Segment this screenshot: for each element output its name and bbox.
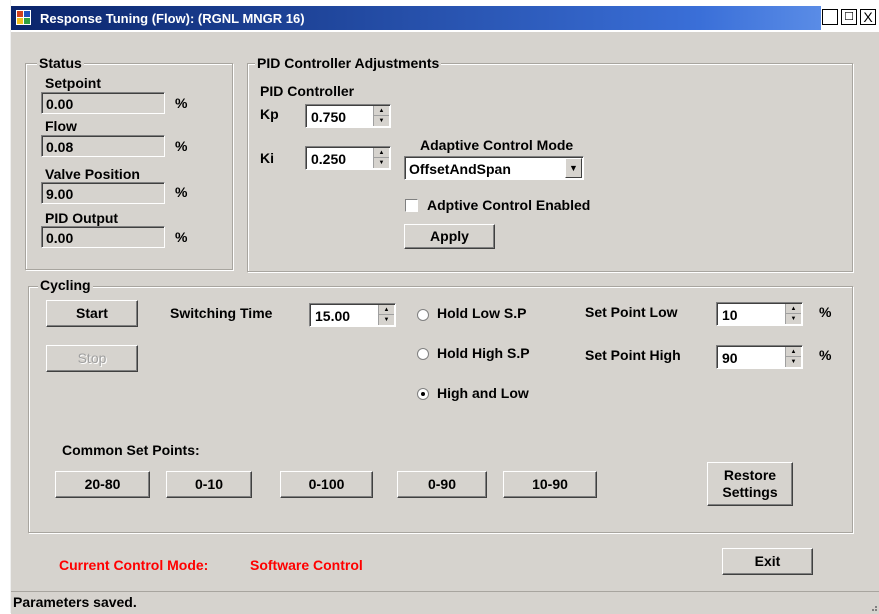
setpoint-unit: % xyxy=(175,95,188,111)
spin-up-icon[interactable]: ▲ xyxy=(786,304,801,314)
high-and-low-radio[interactable] xyxy=(417,388,429,400)
pid-output-unit: % xyxy=(175,229,188,245)
close-button[interactable]: X xyxy=(860,9,876,25)
pid-output-value: 0.00 xyxy=(41,226,165,248)
set-point-low-unit: % xyxy=(819,304,832,320)
hold-low-label: Hold Low S.P xyxy=(437,305,527,321)
kp-spinner[interactable]: 0.750 ▲ ▼ xyxy=(305,104,391,128)
start-button[interactable]: Start xyxy=(46,300,138,327)
adaptive-enabled-checkbox[interactable] xyxy=(405,199,418,212)
pid-group-title: PID Controller Adjustments xyxy=(255,55,442,71)
switching-time-label: Switching Time xyxy=(170,305,273,321)
maximize-button[interactable]: ☐ xyxy=(841,9,857,25)
window-title: Response Tuning (Flow): (RGNL MNGR 16) xyxy=(40,11,305,26)
flow-unit: % xyxy=(175,138,188,154)
spin-down-icon[interactable]: ▼ xyxy=(374,158,389,168)
minimize-button[interactable]: _ xyxy=(822,9,838,25)
cycling-group-title: Cycling xyxy=(38,277,93,293)
preset-0-90-button[interactable]: 0-90 xyxy=(397,471,487,498)
close-icon: X xyxy=(863,9,873,25)
hold-low-radio[interactable] xyxy=(417,309,429,321)
set-point-low-value: 10 xyxy=(722,307,738,323)
response-tuning-window: Response Tuning (Flow): (RGNL MNGR 16) _… xyxy=(10,0,879,614)
kp-label: Kp xyxy=(260,106,279,122)
ki-value: 0.250 xyxy=(311,151,347,167)
valve-position-unit: % xyxy=(175,184,188,200)
set-point-low-spinner[interactable]: 10 ▲ ▼ xyxy=(716,302,803,326)
spin-down-icon[interactable]: ▼ xyxy=(374,116,389,126)
adaptive-enabled-label: Adptive Control Enabled xyxy=(427,197,591,213)
restore-settings-button[interactable]: Restore Settings xyxy=(707,462,793,506)
spin-up-icon[interactable]: ▲ xyxy=(374,106,389,116)
spin-down-icon[interactable]: ▼ xyxy=(786,357,801,367)
set-point-high-label: Set Point High xyxy=(585,347,681,363)
apply-button[interactable]: Apply xyxy=(404,224,495,249)
status-bar: Parameters saved. xyxy=(11,591,879,614)
spin-up-icon[interactable]: ▲ xyxy=(379,305,394,315)
high-and-low-label: High and Low xyxy=(437,385,529,401)
spin-up-icon[interactable]: ▲ xyxy=(786,347,801,357)
valve-position-value: 9.00 xyxy=(41,182,165,204)
app-icon xyxy=(16,10,31,25)
set-point-high-value: 90 xyxy=(722,350,738,366)
current-control-mode-value: Software Control xyxy=(250,557,363,573)
title-bar[interactable]: Response Tuning (Flow): (RGNL MNGR 16) _… xyxy=(11,0,879,32)
caption-bar[interactable]: Response Tuning (Flow): (RGNL MNGR 16) xyxy=(11,6,821,30)
current-control-mode-label: Current Control Mode: xyxy=(59,557,209,573)
set-point-high-unit: % xyxy=(819,347,832,363)
minimize-icon: _ xyxy=(826,9,834,25)
ki-label: Ki xyxy=(260,150,274,166)
maximize-icon: ☐ xyxy=(844,11,854,23)
stop-button[interactable]: Stop xyxy=(46,345,138,372)
pid-output-label: PID Output xyxy=(45,210,119,226)
set-point-low-label: Set Point Low xyxy=(585,304,678,320)
status-text: Parameters saved. xyxy=(13,594,137,610)
adaptive-mode-label: Adaptive Control Mode xyxy=(420,137,574,153)
valve-position-label: Valve Position xyxy=(45,166,140,182)
setpoint-value: 0.00 xyxy=(41,92,165,114)
spin-down-icon[interactable]: ▼ xyxy=(786,314,801,324)
hold-high-radio[interactable] xyxy=(417,348,429,360)
switching-time-value: 15.00 xyxy=(315,308,351,324)
flow-value: 0.08 xyxy=(41,135,165,157)
spin-down-icon[interactable]: ▼ xyxy=(379,315,394,325)
preset-0-100-button[interactable]: 0-100 xyxy=(280,471,373,498)
adaptive-mode-select[interactable]: OffsetAndSpan ▼ xyxy=(404,156,584,180)
switching-time-spinner[interactable]: 15.00 ▲ ▼ xyxy=(309,303,396,327)
preset-10-90-button[interactable]: 10-90 xyxy=(503,471,597,498)
resize-grip-icon[interactable] xyxy=(868,602,878,612)
preset-0-10-button[interactable]: 0-10 xyxy=(166,471,252,498)
preset-20-80-button[interactable]: 20-80 xyxy=(55,471,150,498)
set-point-high-spinner[interactable]: 90 ▲ ▼ xyxy=(716,345,803,369)
setpoint-label: Setpoint xyxy=(45,75,101,91)
flow-label: Flow xyxy=(45,118,77,134)
adaptive-mode-value: OffsetAndSpan xyxy=(409,161,511,177)
exit-button[interactable]: Exit xyxy=(722,548,813,575)
pid-controller-label: PID Controller xyxy=(260,83,355,99)
chevron-down-icon[interactable]: ▼ xyxy=(565,158,582,178)
kp-value: 0.750 xyxy=(311,109,347,125)
ki-spinner[interactable]: 0.250 ▲ ▼ xyxy=(305,146,391,170)
status-group-title: Status xyxy=(37,55,84,71)
common-set-points-label: Common Set Points: xyxy=(62,442,200,458)
hold-high-label: Hold High S.P xyxy=(437,345,530,361)
spin-up-icon[interactable]: ▲ xyxy=(374,148,389,158)
